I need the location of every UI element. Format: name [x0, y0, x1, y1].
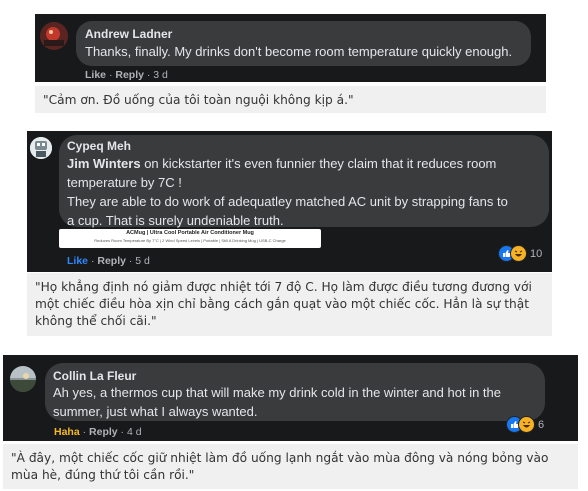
- separator: ·: [82, 426, 87, 438]
- avatar-image-icon: [30, 137, 52, 159]
- comment-text: Thanks, finally. My drinks don't become …: [85, 44, 513, 59]
- mention-link[interactable]: Jim Winters: [67, 156, 141, 171]
- like-link[interactable]: Like: [85, 69, 106, 81]
- avatar[interactable]: [10, 366, 36, 392]
- reaction-count: 6: [538, 418, 545, 431]
- reaction-count: 10: [530, 247, 543, 260]
- reactions-summary[interactable]: 6: [506, 416, 544, 433]
- comment-bubble: Collin La Fleur Ah yes, a thermos cup th…: [45, 363, 545, 421]
- comment-author[interactable]: Collin La Fleur: [53, 369, 136, 384]
- comment-text-line: summer, just what I always wanted.: [53, 404, 258, 419]
- comment-text: Ah yes, a thermos cup that will make my …: [53, 383, 543, 421]
- avatar[interactable]: [30, 137, 52, 159]
- comment-author[interactable]: Andrew Ladner: [85, 27, 172, 42]
- haha-link[interactable]: Haha: [54, 426, 80, 438]
- avatar-image-icon: [40, 22, 68, 50]
- separator: ·: [108, 69, 113, 81]
- timestamp[interactable]: 3 d: [153, 69, 168, 81]
- separator: ·: [120, 426, 125, 438]
- separator: ·: [90, 255, 95, 267]
- comment-bubble: Andrew Ladner Thanks, finally. My drinks…: [76, 21, 531, 66]
- comment-text-line: They are able to do work of adequatley m…: [67, 194, 508, 209]
- comment-actions: Like · Reply · 5 d: [67, 255, 150, 267]
- translation-caption: "Họ khẳng định nó giảm được nhiệt tới 7 …: [27, 273, 552, 336]
- comment-bubble: Cypeq Meh Jim Winters on kickstarter it'…: [59, 135, 549, 230]
- comment-author[interactable]: Cypeq Meh: [67, 139, 131, 154]
- comment-actions: Like · Reply · 3 d: [85, 69, 168, 81]
- comment-actions: Haha · Reply · 4 d: [54, 426, 142, 438]
- comment-screenshot-3: Collin La Fleur Ah yes, a thermos cup th…: [3, 355, 578, 441]
- comment-text-line: a cup. That is surely undeniable truth.: [67, 213, 284, 228]
- translation-caption: "Cảm ơn. Đồ uống của tôi toàn nguội khôn…: [35, 86, 546, 113]
- avatar-image-icon: [10, 366, 36, 392]
- product-attachment[interactable]: ACMug | Ultra Cool Portable Air Conditio…: [59, 229, 321, 248]
- avatar[interactable]: [40, 22, 68, 50]
- reply-link[interactable]: Reply: [115, 69, 144, 81]
- translation-caption: "À đây, một chiếc cốc giữ nhiệt làm đồ u…: [3, 444, 578, 489]
- timestamp[interactable]: 5 d: [135, 255, 150, 267]
- reply-link[interactable]: Reply: [89, 426, 118, 438]
- like-link[interactable]: Like: [67, 255, 88, 267]
- reactions-summary[interactable]: 10: [498, 245, 542, 262]
- comment-text: Jim Winters on kickstarter it's even fun…: [67, 154, 547, 230]
- haha-reaction-icon: [518, 416, 535, 433]
- haha-reaction-icon: [510, 245, 527, 262]
- timestamp[interactable]: 4 d: [127, 426, 142, 438]
- separator: ·: [128, 255, 133, 267]
- comment-screenshot-1: Andrew Ladner Thanks, finally. My drinks…: [35, 14, 546, 82]
- comment-screenshot-2: Cypeq Meh Jim Winters on kickstarter it'…: [27, 131, 552, 272]
- separator: ·: [146, 69, 151, 81]
- comment-text-line: Ah yes, a thermos cup that will make my …: [53, 385, 501, 400]
- comment-text-line: on kickstarter it's even funnier they cl…: [140, 156, 497, 171]
- comment-text-line: temperature by 7C !: [67, 175, 182, 190]
- attachment-title: ACMug | Ultra Cool Portable Air Conditio…: [126, 230, 254, 236]
- reply-link[interactable]: Reply: [97, 255, 126, 267]
- attachment-subtitle: Reduces Room Temperature By 7°C | 2 Wind…: [94, 238, 286, 243]
